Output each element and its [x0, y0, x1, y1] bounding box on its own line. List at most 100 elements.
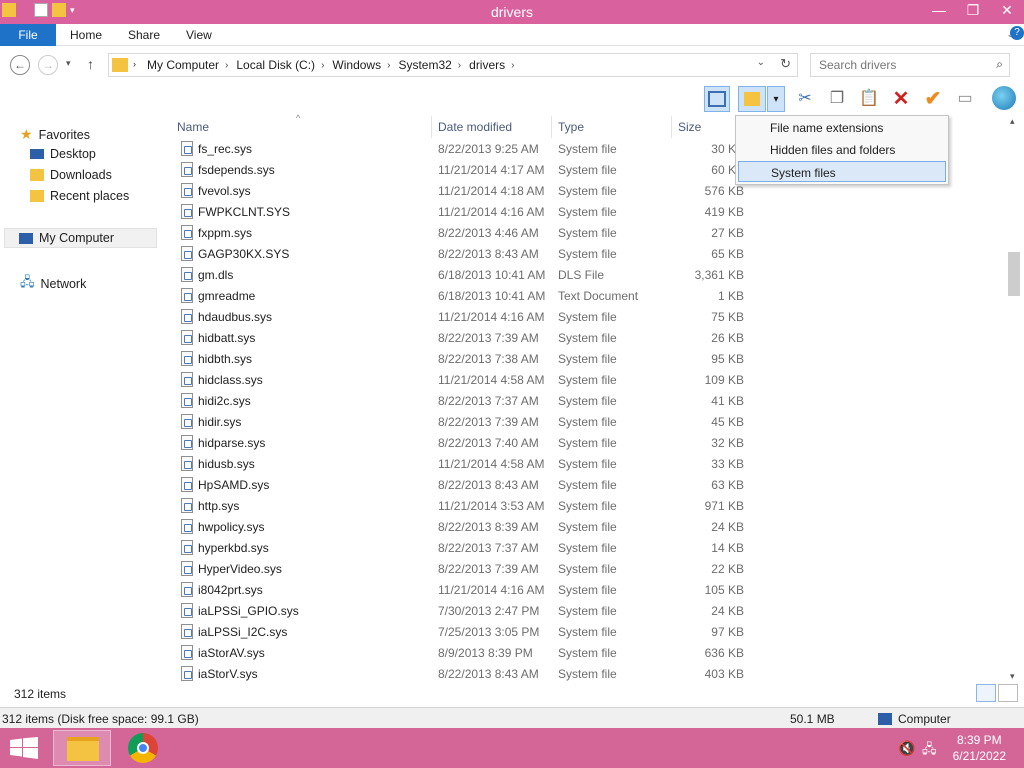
nav-desktop[interactable]: Desktop	[30, 147, 96, 161]
vertical-scrollbar[interactable]: ▴ ▾	[1006, 116, 1024, 682]
chevron-right-icon[interactable]: ›	[387, 60, 390, 71]
file-date: 6/18/2013 10:41 AM	[438, 289, 546, 303]
file-row[interactable]: iaLPSSi_I2C.sys 7/25/2013 3:05 PM System f…	[175, 622, 765, 643]
file-row[interactable]: hidir.sys 8/22/2013 7:39 AM System file 45 …	[175, 412, 765, 433]
menu-item-hidden-files[interactable]: Hidden files and folders	[738, 139, 946, 160]
column-size[interactable]: Size	[678, 120, 701, 134]
large-icons-view-icon[interactable]	[998, 684, 1018, 702]
file-row[interactable]: GAGP30KX.SYS 8/22/2013 8:43 AM System file…	[175, 244, 765, 265]
delete-icon[interactable]: ✕	[888, 86, 914, 112]
volume-muted-icon[interactable]: 🔇	[898, 740, 915, 757]
file-date: 8/22/2013 4:46 AM	[438, 226, 539, 240]
forward-button[interactable]: →	[38, 55, 58, 75]
file-row[interactable]: fxppm.sys 8/22/2013 4:46 AM System file 27 …	[175, 223, 765, 244]
file-row[interactable]: hwpolicy.sys 8/22/2013 8:39 AM System file…	[175, 517, 765, 538]
breadcrumb-local-disk[interactable]: Local Disk (C:)	[236, 58, 315, 72]
title-bar: ▾ drivers — ❐ ✕	[0, 0, 1024, 24]
file-row[interactable]: i8042prt.sys 11/21/2014 4:16 AM System fil…	[175, 580, 765, 601]
network-drive-icon[interactable]	[990, 86, 1018, 112]
file-explorer-taskbar-button[interactable]	[53, 730, 111, 766]
status-detail: 312 items (Disk free space: 99.1 GB)	[2, 712, 199, 726]
nav-downloads[interactable]: Downloads	[30, 168, 112, 182]
search-input[interactable]: Search drivers ⌕	[810, 53, 1010, 77]
minimize-button[interactable]: —	[922, 0, 956, 22]
search-icon[interactable]: ⌕	[996, 57, 1003, 72]
recent-locations-icon[interactable]: ▾	[66, 58, 71, 69]
nav-downloads-label: Downloads	[50, 168, 112, 182]
preview-pane-icon[interactable]	[704, 86, 730, 112]
system-clock[interactable]: 8:39 PM 6/21/2022	[953, 732, 1006, 764]
file-row[interactable]: hidbatt.sys 8/22/2013 7:39 AM System file 2…	[175, 328, 765, 349]
help-icon[interactable]: ?	[1010, 26, 1024, 40]
file-row[interactable]: hidusb.sys 11/21/2014 4:58 AM System file 3…	[175, 454, 765, 475]
document-icon	[181, 267, 193, 282]
breadcrumb-drivers[interactable]: drivers	[469, 58, 505, 72]
file-row[interactable]: gmreadme 6/18/2013 10:41 AM Text Document 1…	[175, 286, 765, 307]
details-view-icon[interactable]	[976, 684, 996, 702]
nav-network[interactable]: 🖧 Network	[20, 273, 86, 295]
tab-view[interactable]: View	[186, 28, 212, 42]
file-row[interactable]: iaStorV.sys 8/22/2013 8:43 AM System file 4…	[175, 664, 765, 685]
cut-icon[interactable]: ✂	[792, 86, 818, 112]
breadcrumb-system32[interactable]: System32	[398, 58, 451, 72]
rename-icon[interactable]: ▭	[952, 86, 978, 112]
file-row[interactable]: gm.dls 6/18/2013 10:41 AM DLS File 3,361 KB	[175, 265, 765, 286]
file-row[interactable]: hidclass.sys 11/21/2014 4:58 AM System fil…	[175, 370, 765, 391]
chrome-taskbar-button[interactable]	[114, 730, 172, 766]
chevron-right-icon[interactable]: ›	[225, 60, 228, 71]
paste-icon[interactable]: 📋	[856, 86, 882, 112]
chevron-right-icon[interactable]: ›	[321, 60, 324, 71]
file-row[interactable]: hidi2c.sys 8/22/2013 7:37 AM System file 41…	[175, 391, 765, 412]
back-button[interactable]: ←	[10, 55, 30, 75]
clock-time: 8:39 PM	[956, 733, 1002, 747]
file-row[interactable]: hidbth.sys 8/22/2013 7:38 AM System file 95…	[175, 349, 765, 370]
system-file-icon	[181, 246, 193, 261]
start-button[interactable]	[10, 737, 38, 759]
file-size: 109 KB	[704, 373, 744, 387]
chevron-down-icon[interactable]: ⌄	[757, 57, 765, 68]
copy-icon[interactable]: ❐	[824, 86, 850, 112]
menu-item-file-name-extensions[interactable]: File name extensions	[738, 117, 946, 138]
chevron-right-icon[interactable]: ›	[511, 60, 514, 71]
file-row[interactable]: hyperkbd.sys 8/22/2013 7:37 AM System file…	[175, 538, 765, 559]
address-bar[interactable]: › My Computer › Local Disk (C:) › Windows ›…	[108, 53, 798, 77]
tab-home[interactable]: Home	[70, 28, 102, 42]
scroll-down-icon[interactable]: ▾	[1010, 671, 1015, 682]
nav-favorites[interactable]: ★ Favorites	[20, 126, 90, 143]
column-name[interactable]: Name	[177, 120, 209, 134]
file-size: 27 KB	[711, 226, 744, 240]
checkmark-icon[interactable]: ✔	[920, 86, 946, 112]
file-row[interactable]: HpSAMD.sys 8/22/2013 8:43 AM System file 63…	[175, 475, 765, 496]
file-row[interactable]: fs_rec.sys 8/22/2013 9:25 AM System file 30…	[175, 139, 765, 160]
file-row[interactable]: iaStorAV.sys 8/9/2013 8:39 PM System file 6…	[175, 643, 765, 664]
folder-options-icon[interactable]	[738, 86, 766, 112]
file-date: 11/21/2014 4:18 AM	[438, 184, 545, 198]
breadcrumb-windows[interactable]: Windows	[332, 58, 381, 72]
file-row[interactable]: hdaudbus.sys 11/21/2014 4:16 AM System fil…	[175, 307, 765, 328]
restore-button[interactable]: ❐	[956, 0, 990, 22]
scrollbar-thumb[interactable]	[1008, 252, 1020, 296]
breadcrumb-my-computer[interactable]: My Computer	[147, 58, 219, 72]
chevron-down-icon[interactable]: ▾	[767, 86, 785, 112]
file-row[interactable]: iaLPSSi_GPIO.sys 7/30/2013 2:47 PM System …	[175, 601, 765, 622]
tab-file[interactable]: File	[0, 24, 56, 46]
file-row[interactable]: http.sys 11/21/2014 3:53 AM System file 971…	[175, 496, 765, 517]
file-row[interactable]: fsdepends.sys 11/21/2014 4:17 AM System fi…	[175, 160, 765, 181]
file-date: 11/21/2014 4:58 AM	[438, 373, 545, 387]
file-row[interactable]: HyperVideo.sys 8/22/2013 7:39 AM System fi…	[175, 559, 765, 580]
nav-recent-places[interactable]: Recent places	[30, 189, 129, 203]
network-status-icon[interactable]: 🖧	[922, 740, 937, 762]
tab-share[interactable]: Share	[128, 28, 160, 42]
menu-item-system-files[interactable]: System files	[738, 161, 946, 182]
scroll-up-icon[interactable]: ▴	[1010, 116, 1015, 127]
file-row[interactable]: fvevol.sys 11/21/2014 4:18 AM System file 5…	[175, 181, 765, 202]
file-row[interactable]: hidparse.sys 8/22/2013 7:40 AM System file…	[175, 433, 765, 454]
nav-my-computer[interactable]: My Computer	[4, 228, 157, 248]
file-row[interactable]: FWPKCLNT.SYS 11/21/2014 4:16 AM System fil…	[175, 202, 765, 223]
column-type[interactable]: Type	[558, 120, 584, 134]
up-button[interactable]: ↑	[87, 56, 94, 72]
column-date[interactable]: Date modified	[438, 120, 512, 134]
close-button[interactable]: ✕	[990, 0, 1024, 22]
refresh-icon[interactable]: ↻	[780, 56, 791, 72]
chevron-right-icon[interactable]: ›	[458, 60, 461, 71]
